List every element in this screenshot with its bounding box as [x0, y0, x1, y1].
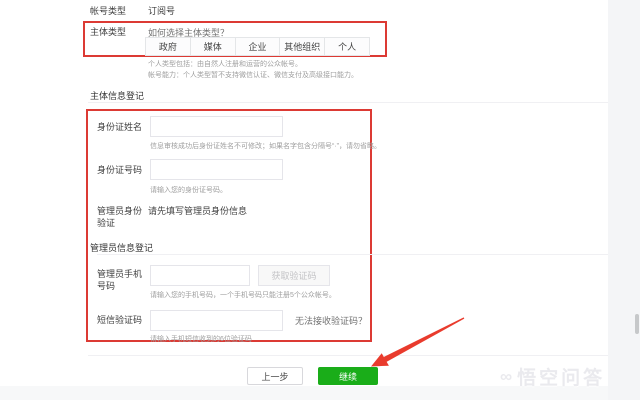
watermark-logo-icon: ∞ [500, 367, 512, 387]
annotation-arrow-icon [0, 0, 640, 400]
subject-type-note-2: 帐号能力：个人类型暂不支持微信认证、微信支付及高级接口能力。 [148, 70, 358, 80]
id-name-label: 身份证姓名 [97, 121, 145, 133]
admin-info-title: 管理员信息登记 [90, 241, 153, 254]
section-divider-2 [97, 254, 608, 255]
admin-phone-hint: 请输入您的手机号码，一个手机号码只能注册5个公众帐号。 [150, 290, 336, 300]
subject-info-title: 主体信息登记 [90, 89, 144, 102]
scrollbar-thumb[interactable] [635, 314, 639, 334]
subject-type-option-enterprise[interactable]: 企业 [236, 38, 281, 55]
cannot-receive-code-link[interactable]: 无法接收验证码？ [295, 314, 367, 327]
id-number-label: 身份证号码 [97, 164, 145, 176]
page-gutter [608, 0, 640, 400]
sms-code-input[interactable] [150, 310, 283, 331]
footer-divider [88, 355, 608, 356]
subject-type-note-1: 个人类型包括：由自然人注册和运营的公众帐号。 [148, 59, 302, 69]
admin-verify-text: 请先填写管理员身份信息 [148, 205, 247, 217]
subject-type-selector: 政府 媒体 企业 其他组织 个人 [145, 37, 370, 56]
account-type-value: 订阅号 [148, 5, 175, 17]
admin-phone-input[interactable] [150, 265, 250, 286]
continue-button[interactable]: 继续 [318, 367, 378, 385]
subject-type-option-personal[interactable]: 个人 [325, 38, 369, 55]
id-name-input[interactable] [150, 116, 283, 137]
registration-page: 帐号类型 订阅号 主体类型 如何选择主体类型？ 政府 媒体 企业 其他组织 个人… [0, 0, 640, 400]
subject-type-label: 主体类型 [90, 26, 126, 38]
admin-verify-label: 管理员身份验证 [97, 205, 145, 229]
account-type-label: 帐号类型 [90, 5, 126, 17]
subject-type-option-other-org[interactable]: 其他组织 [280, 38, 325, 55]
id-number-input[interactable] [150, 159, 283, 180]
id-number-hint: 请输入您的身份证号码。 [150, 185, 227, 195]
subject-type-option-media[interactable]: 媒体 [191, 38, 236, 55]
subject-type-option-government[interactable]: 政府 [146, 38, 191, 55]
watermark-text: 悟空问答 [517, 363, 605, 390]
watermark: ∞ 悟空问答 [500, 363, 605, 390]
section-divider [88, 102, 608, 103]
sms-code-hint: 请输入手机短信收到的6位验证码 [150, 334, 252, 344]
id-name-hint: 信息审核成功后身份证姓名不可修改；如果名字包含分隔号“·”，请勿省略。 [150, 141, 381, 151]
admin-phone-label: 管理员手机号码 [97, 268, 145, 292]
sms-code-label: 短信验证码 [97, 314, 145, 326]
get-code-button[interactable]: 获取验证码 [258, 265, 330, 286]
back-button[interactable]: 上一步 [247, 367, 303, 385]
